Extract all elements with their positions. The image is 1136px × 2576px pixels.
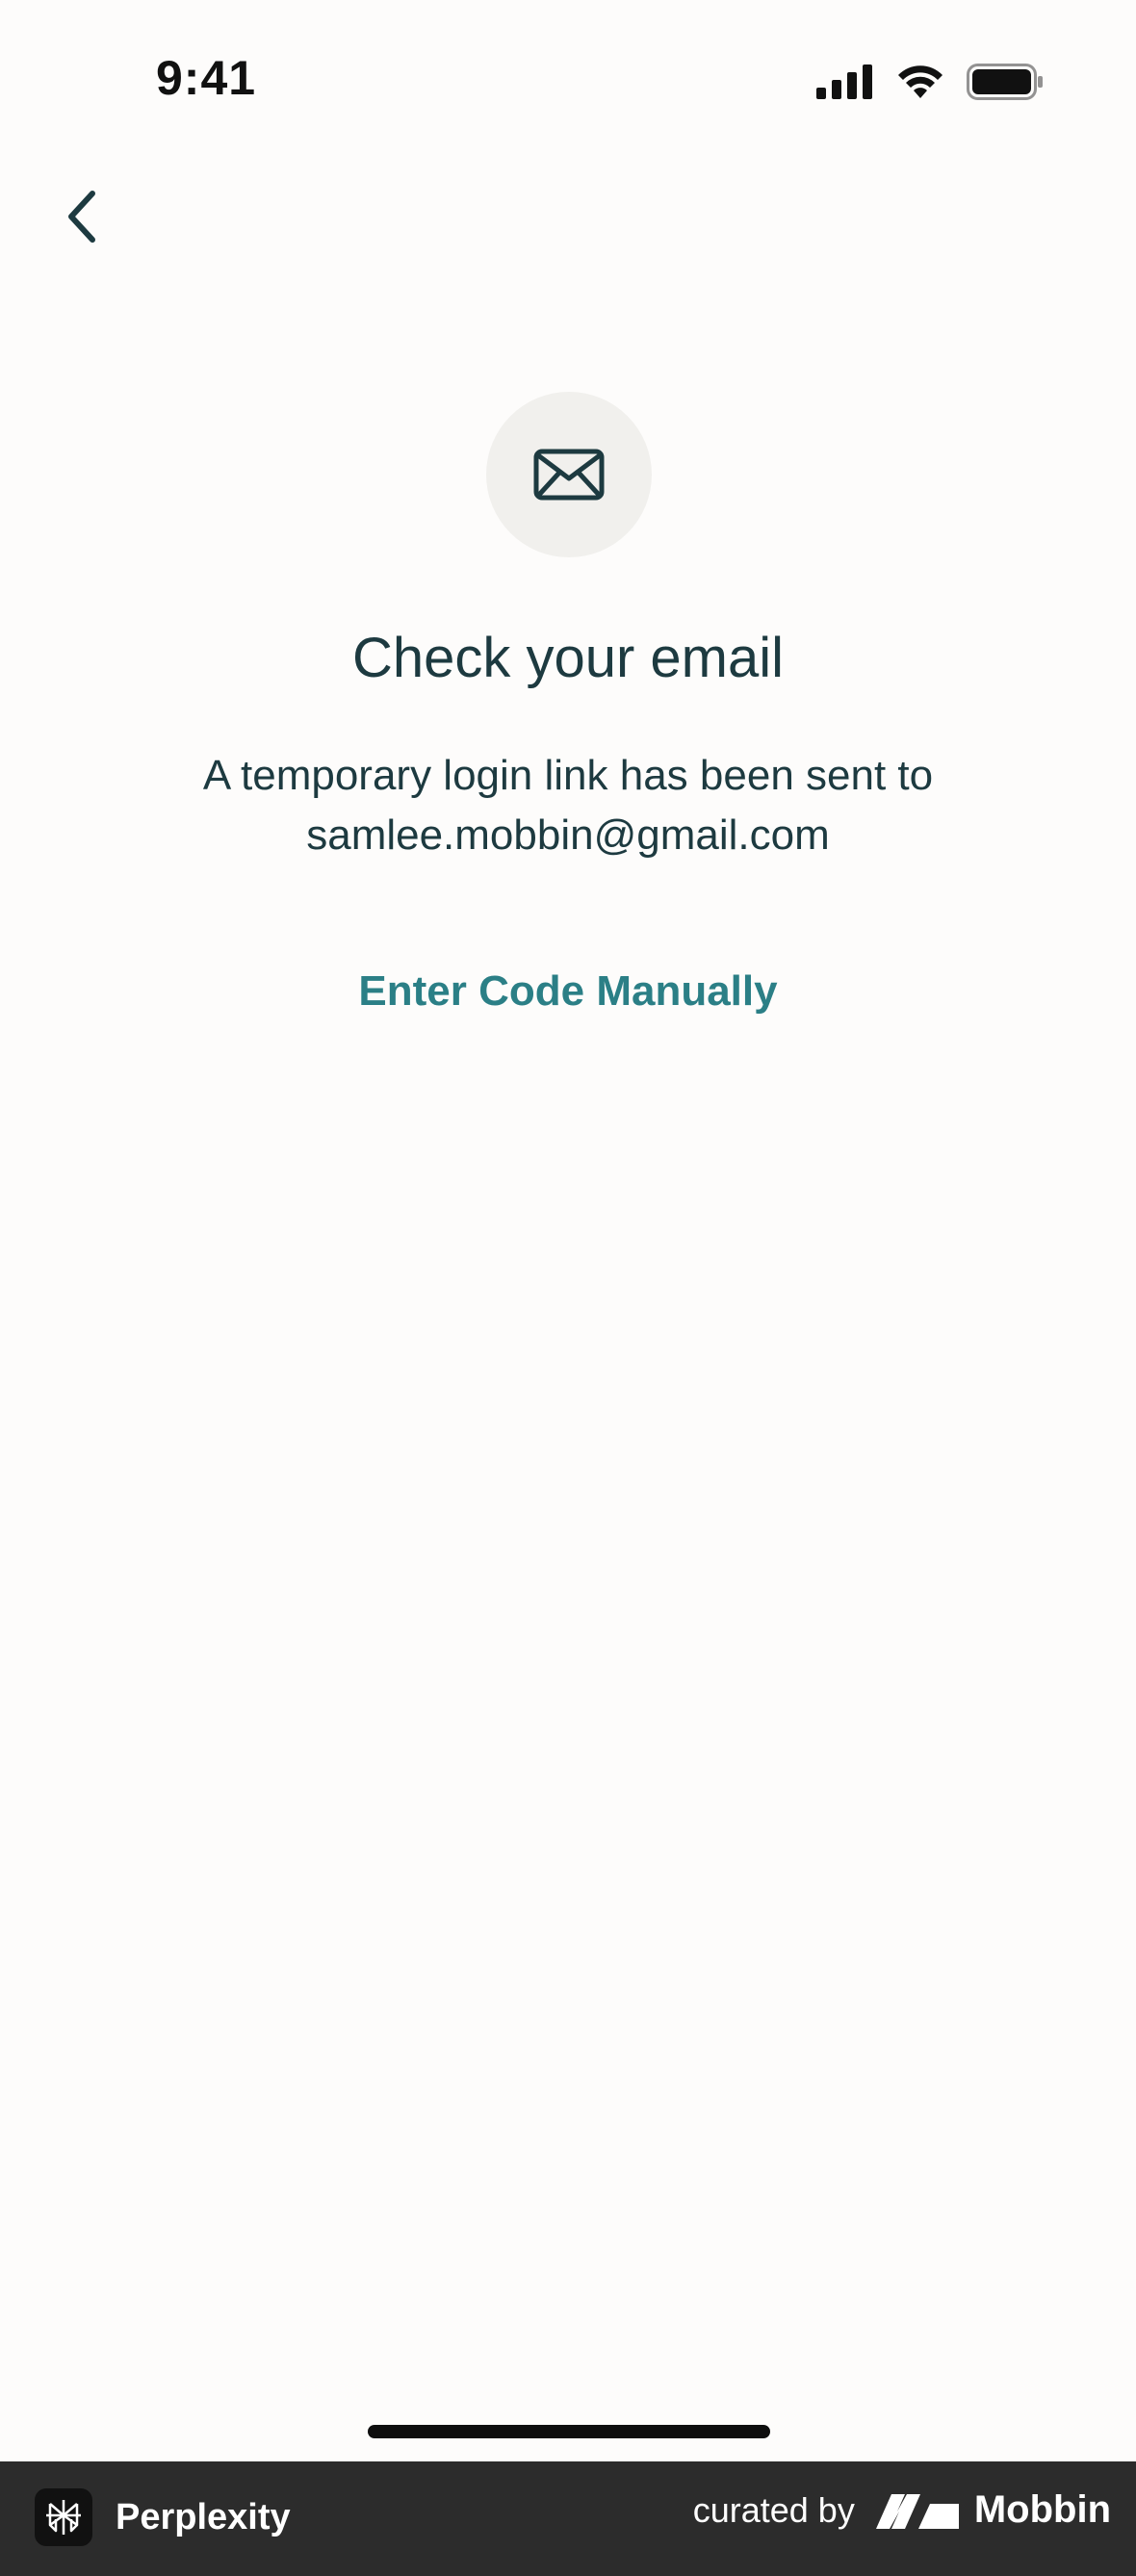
mobbin-logo-icon [875, 2493, 959, 2529]
confirmation-message: A temporary login link has been sent to … [0, 746, 1136, 865]
curated-by-label: curated by [692, 2489, 855, 2530]
mobbin-logo: Mobbin [874, 2488, 1111, 2532]
mail-icon-circle [486, 392, 652, 557]
chevron-left-icon [68, 191, 95, 243]
wifi-icon [898, 65, 942, 98]
battery-icon [967, 64, 1043, 100]
mobbin-brand-name: Mobbin [973, 2488, 1111, 2531]
page-title: Check your email [351, 627, 785, 689]
perplexity-logo-icon [35, 2488, 92, 2546]
footer-bar: Perplexity curated by Mobbin [0, 2461, 1136, 2576]
status-icons [816, 64, 1044, 100]
home-indicator [368, 2425, 770, 2438]
mail-icon [533, 449, 605, 501]
enter-code-manually-link[interactable]: Enter Code Manually [0, 967, 1136, 1016]
status-time: 9:41 [156, 51, 257, 105]
cellular-signal-icon [816, 64, 872, 99]
message-text: A temporary login link has been sent to [202, 752, 934, 799]
back-button[interactable] [54, 183, 112, 250]
curator-attribution: curated by Mobbin [693, 2488, 1111, 2532]
status-bar: 9:41 [0, 0, 1136, 164]
app-attribution: Perplexity [35, 2488, 291, 2546]
app-name: Perplexity [116, 2496, 291, 2537]
email-address: samlee.mobbin@gmail.com [306, 811, 830, 859]
